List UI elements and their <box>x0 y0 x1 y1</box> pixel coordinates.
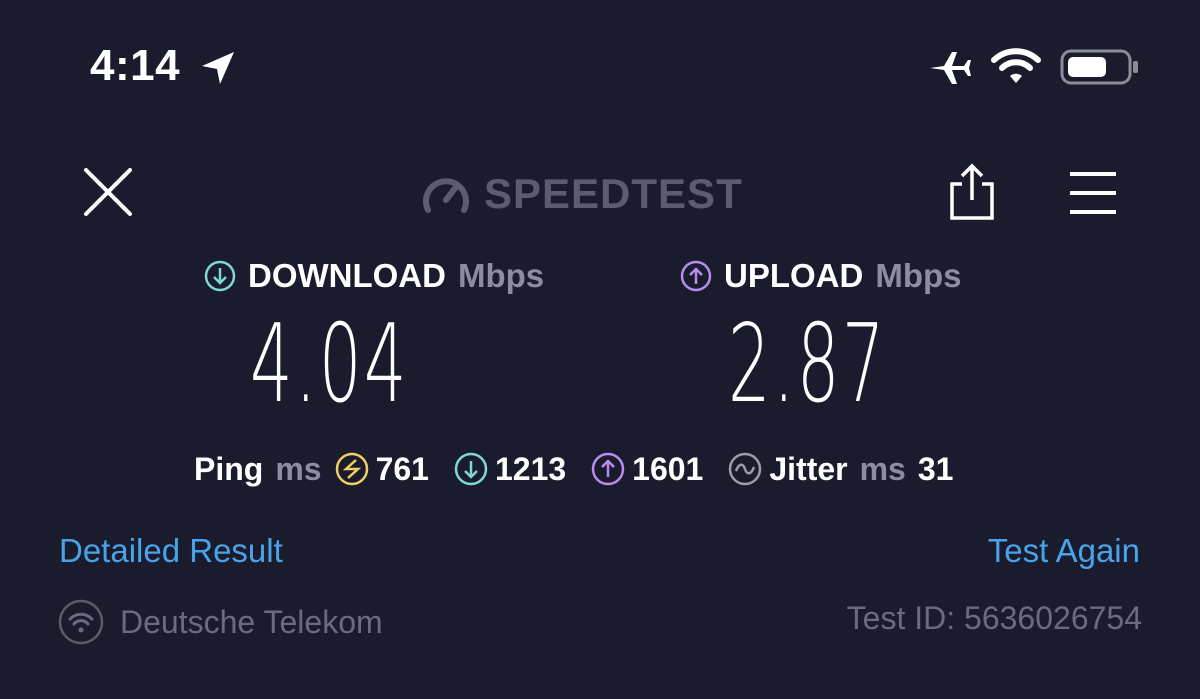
provider-wifi-icon <box>58 599 104 645</box>
jitter-icon <box>729 452 762 486</box>
status-time: 4:14 <box>90 41 181 90</box>
location-arrow-icon <box>202 52 234 84</box>
logo-text: SPEEDTEST <box>484 170 743 217</box>
download-speed-value: 4.04 <box>250 302 410 427</box>
upload-speed-value: 2.87 <box>728 302 888 427</box>
download-ping-value: 1213 <box>494 450 567 487</box>
airplane-mode-icon <box>930 52 971 84</box>
menu-button[interactable] <box>1066 170 1120 216</box>
idle-ping-value: 761 <box>375 450 429 487</box>
upload-label: UPLOAD <box>724 257 864 294</box>
upload-ping-value: 1601 <box>632 450 704 487</box>
close-button[interactable] <box>80 164 136 220</box>
download-arrow-icon <box>204 260 236 292</box>
wifi-icon <box>991 48 1041 83</box>
ping-label: Ping <box>194 450 264 487</box>
share-button[interactable] <box>946 160 998 224</box>
jitter-value: 31 <box>917 450 954 487</box>
test-again-link[interactable]: Test Again <box>988 532 1140 570</box>
download-ping-icon <box>454 452 488 486</box>
speedtest-logo: SPEEDTEST <box>420 166 743 222</box>
upload-arrow-icon <box>680 260 712 292</box>
upload-unit: Mbps <box>875 257 962 294</box>
upload-ping-icon <box>591 452 625 486</box>
detailed-result-link[interactable]: Detailed Result <box>59 532 283 570</box>
ping-row: Ping ms 761 1213 1601 Jitter ms 31 <box>194 446 953 492</box>
jitter-unit: ms <box>859 450 906 487</box>
gauge-icon <box>423 178 469 213</box>
battery-icon <box>1060 49 1138 85</box>
provider-info: Deutsche Telekom <box>58 598 383 646</box>
ping-unit: ms <box>275 450 322 487</box>
download-header: DOWNLOAD Mbps <box>204 252 544 300</box>
jitter-label: Jitter <box>769 450 848 487</box>
download-label: DOWNLOAD <box>248 257 446 294</box>
provider-name: Deutsche Telekom <box>120 603 383 640</box>
download-unit: Mbps <box>457 257 545 294</box>
idle-ping-icon <box>335 452 368 486</box>
test-id: Test ID: 5636026754 <box>846 600 1142 636</box>
upload-header: UPLOAD Mbps <box>680 252 962 300</box>
